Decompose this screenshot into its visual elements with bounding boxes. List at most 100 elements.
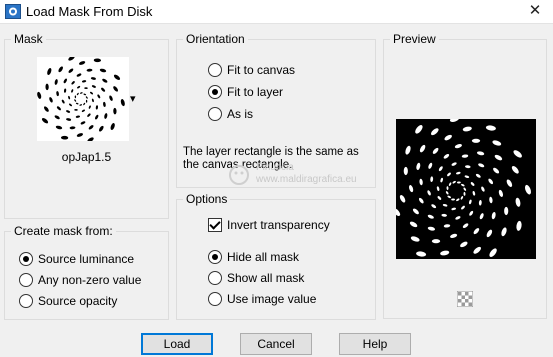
load-button[interactable]: Load bbox=[141, 333, 213, 355]
swirl-dot bbox=[99, 68, 107, 73]
swirl-dot bbox=[83, 102, 86, 106]
swirl-dot bbox=[71, 81, 75, 85]
swirl-dot bbox=[463, 192, 466, 196]
radio-source-luminance[interactable]: Source luminance bbox=[19, 250, 134, 268]
swirl-dot bbox=[432, 147, 439, 154]
radio-use-image-value-dot[interactable] bbox=[208, 292, 222, 306]
radio-hide-all-mask[interactable]: Hide all mask bbox=[208, 248, 299, 266]
transparency-checker-icon[interactable] bbox=[457, 291, 473, 307]
cancel-button[interactable]: Cancel bbox=[240, 333, 312, 355]
radio-as-is[interactable]: As is bbox=[208, 105, 253, 123]
swirl-dot bbox=[457, 181, 461, 184]
swirl-dot bbox=[91, 85, 96, 88]
swirl-dot bbox=[473, 228, 480, 235]
swirl-dot bbox=[504, 206, 509, 216]
swirl-dot bbox=[524, 184, 532, 195]
swirl-dot bbox=[440, 250, 450, 256]
swirl-dot bbox=[45, 83, 49, 91]
swirl-dot bbox=[492, 140, 502, 146]
radio-source-opacity[interactable]: Source opacity bbox=[19, 292, 117, 310]
mask-group-title: Mask bbox=[11, 32, 46, 46]
swirl-dot bbox=[63, 88, 67, 93]
mask-group: Mask ▾ opJap1.5 bbox=[4, 32, 169, 219]
swirl-dot bbox=[515, 197, 521, 207]
swirl-dot bbox=[60, 135, 69, 140]
swirl-dot bbox=[90, 91, 93, 95]
radio-fit-to-canvas-dot[interactable] bbox=[208, 63, 222, 77]
swirl-dot bbox=[442, 204, 448, 207]
swirl-dot bbox=[69, 126, 76, 130]
swirl-dot bbox=[74, 99, 77, 102]
preview-group: Preview bbox=[383, 32, 547, 319]
swirl-dot bbox=[412, 208, 419, 215]
invert-transparency-box[interactable] bbox=[208, 218, 222, 232]
swirl-dot bbox=[452, 180, 456, 184]
swirl-dot bbox=[431, 204, 437, 209]
help-button[interactable]: Help bbox=[339, 333, 411, 355]
swirl-dot bbox=[93, 58, 102, 63]
swirl-dot bbox=[455, 216, 461, 220]
window-title: Load Mask From Disk bbox=[26, 4, 153, 19]
radio-fit-to-canvas[interactable]: Fit to canvas bbox=[208, 61, 295, 79]
swirl-dot bbox=[409, 221, 418, 228]
swirl-dot bbox=[441, 213, 447, 217]
swirl-dot bbox=[462, 223, 469, 229]
radio-as-is-label: As is bbox=[227, 107, 254, 121]
radio-any-non-zero[interactable]: Any non-zero value bbox=[19, 271, 141, 289]
swirl-dot bbox=[58, 66, 63, 73]
swirl-dot bbox=[99, 125, 104, 132]
swirl-dot bbox=[74, 95, 77, 99]
swirl-dot bbox=[41, 118, 49, 124]
swirl-dot bbox=[68, 95, 71, 100]
options-group-title: Options bbox=[183, 192, 231, 206]
swirl-dot bbox=[54, 79, 58, 85]
swirl-dot bbox=[77, 85, 81, 89]
radio-any-non-zero-dot[interactable] bbox=[19, 273, 33, 287]
swirl-dot bbox=[447, 172, 451, 177]
swirl-dot bbox=[491, 211, 496, 220]
swirl-dot bbox=[54, 115, 60, 120]
invert-transparency-checkbox[interactable]: Invert transparency bbox=[208, 216, 330, 234]
swirl-dot bbox=[37, 91, 42, 99]
swirl-dot bbox=[451, 207, 456, 211]
swirl-dot bbox=[83, 93, 87, 96]
mask-name-label: opJap1.5 bbox=[61, 150, 112, 164]
radio-source-luminance-dot[interactable] bbox=[19, 252, 33, 266]
swirl-dot bbox=[516, 220, 522, 231]
close-icon: ✕ bbox=[528, 2, 542, 19]
swirl-dot bbox=[415, 125, 423, 134]
watermark-url: www.maldiragrafica.eu bbox=[256, 174, 357, 185]
watermark-name: Pinuccia bbox=[256, 162, 294, 173]
swirl-dot bbox=[431, 239, 441, 244]
swirl-dot bbox=[478, 163, 485, 168]
swirl-dot bbox=[461, 205, 465, 210]
radio-show-all-mask-dot[interactable] bbox=[208, 271, 222, 285]
swirl-dot bbox=[95, 114, 99, 120]
swirl-dot bbox=[44, 106, 49, 112]
mask-dropdown-arrow[interactable]: ▾ bbox=[130, 92, 136, 105]
radio-hide-all-mask-dot[interactable] bbox=[208, 250, 222, 264]
title-bar: Load Mask From Disk ✕ bbox=[0, 0, 553, 24]
swirl-dot bbox=[79, 104, 83, 106]
swirl-dot bbox=[438, 166, 443, 172]
swirl-dot bbox=[69, 103, 72, 107]
swirl-dot bbox=[431, 128, 439, 136]
radio-show-all-mask[interactable]: Show all mask bbox=[208, 269, 304, 287]
mask-thumbnail[interactable] bbox=[37, 55, 129, 143]
swirl-dot bbox=[79, 92, 83, 94]
radio-use-image-value[interactable]: Use image value bbox=[208, 290, 316, 308]
swirl-dot bbox=[76, 92, 79, 96]
swirl-dot bbox=[486, 229, 493, 238]
radio-fit-to-layer-dot[interactable] bbox=[208, 85, 222, 99]
radio-source-luminance-label: Source luminance bbox=[38, 252, 135, 266]
swirl-dot bbox=[61, 99, 65, 104]
close-button[interactable]: ✕ bbox=[517, 0, 553, 23]
swirl-dot bbox=[409, 185, 414, 193]
swirl-dot bbox=[461, 183, 465, 187]
swirl-dot bbox=[447, 195, 451, 199]
radio-fit-to-layer[interactable]: Fit to layer bbox=[208, 83, 283, 101]
mask-swirl-image bbox=[37, 55, 125, 143]
radio-use-image-value-label: Use image value bbox=[227, 292, 317, 306]
radio-source-opacity-dot[interactable] bbox=[19, 294, 33, 308]
radio-as-is-dot[interactable] bbox=[208, 107, 222, 121]
